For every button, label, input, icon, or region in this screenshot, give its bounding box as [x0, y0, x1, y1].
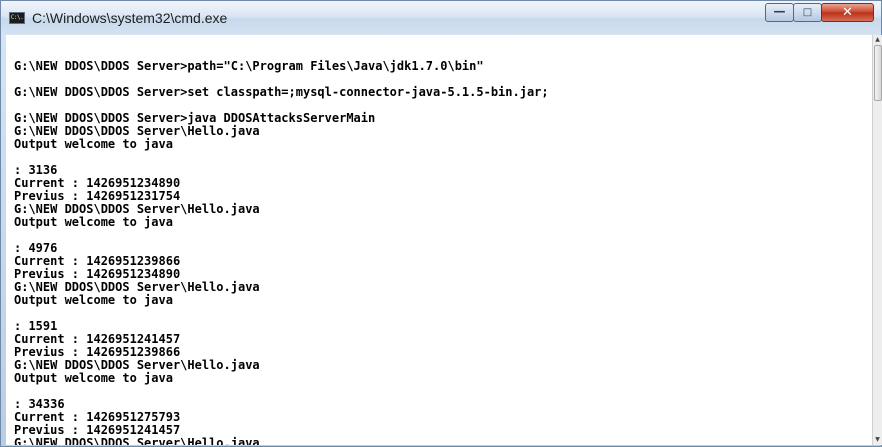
window-controls: — □ ✕ — [765, 3, 876, 23]
console-line: Output welcome to java — [14, 137, 173, 151]
console-line: G:\NEW DDOS\DDOS Server\Hello.java — [14, 358, 260, 372]
maximize-icon: □ — [802, 7, 813, 18]
console-text: G:\NEW DDOS\DDOS Server>path="C:\Program… — [6, 35, 872, 446]
console-line: G:\NEW DDOS\DDOS Server>java DDOSAttacks… — [14, 111, 376, 125]
console-line: G:\NEW DDOS\DDOS Server\Hello.java — [14, 436, 260, 446]
console-line: Previus : 1426951234890 — [14, 267, 181, 281]
console-line: : 34336 — [14, 397, 65, 411]
console-line: Previus : 1426951231754 — [14, 189, 181, 203]
console-line: G:\NEW DDOS\DDOS Server\Hello.java — [14, 202, 260, 216]
close-icon: ✕ — [842, 5, 853, 20]
console-line: : 4976 — [14, 241, 58, 255]
console-line: Output welcome to java — [14, 371, 173, 385]
console-line: Current : 1426951239866 — [14, 254, 181, 268]
scroll-down-arrow-icon[interactable]: ▼ — [873, 435, 882, 445]
close-button[interactable]: ✕ — [821, 3, 874, 22]
cmd-window: C:\. C:\Windows\system32\cmd.exe — □ ✕ G… — [0, 0, 882, 447]
minimize-button[interactable]: — — [765, 3, 794, 22]
console-line: : 3136 — [14, 163, 58, 177]
console-line: Current : 1426951275793 — [14, 410, 181, 424]
console-line: G:\NEW DDOS\DDOS Server>path="C:\Program… — [14, 59, 484, 73]
console-line: G:\NEW DDOS\DDOS Server\Hello.java — [14, 124, 260, 138]
console-line: Output welcome to java — [14, 215, 173, 229]
scroll-up-arrow-icon[interactable]: ▲ — [873, 35, 882, 45]
console-line: Previus : 1426951239866 — [14, 345, 181, 359]
vertical-scrollbar[interactable]: ▲ ▼ — [872, 35, 882, 445]
title-bar[interactable]: C:\. C:\Windows\system32\cmd.exe — □ ✕ — [1, 1, 881, 34]
console-line: G:\NEW DDOS\DDOS Server>set classpath=;m… — [14, 85, 549, 99]
console-output-area[interactable]: G:\NEW DDOS\DDOS Server>path="C:\Program… — [6, 35, 872, 445]
console-line: Current : 1426951234890 — [14, 176, 181, 190]
console-line: Previus : 1426951241457 — [14, 423, 181, 437]
console-line: : 1591 — [14, 319, 58, 333]
window-title: C:\Windows\system32\cmd.exe — [32, 10, 228, 26]
console-line: G:\NEW DDOS\DDOS Server\Hello.java — [14, 280, 260, 294]
console-line: Output welcome to java — [14, 293, 173, 307]
maximize-button[interactable]: □ — [793, 3, 822, 22]
minimize-icon: — — [773, 4, 786, 18]
cmd-app-icon[interactable]: C:\. — [9, 12, 25, 24]
console-line: Current : 1426951241457 — [14, 332, 181, 346]
scrollbar-thumb[interactable] — [874, 45, 882, 101]
